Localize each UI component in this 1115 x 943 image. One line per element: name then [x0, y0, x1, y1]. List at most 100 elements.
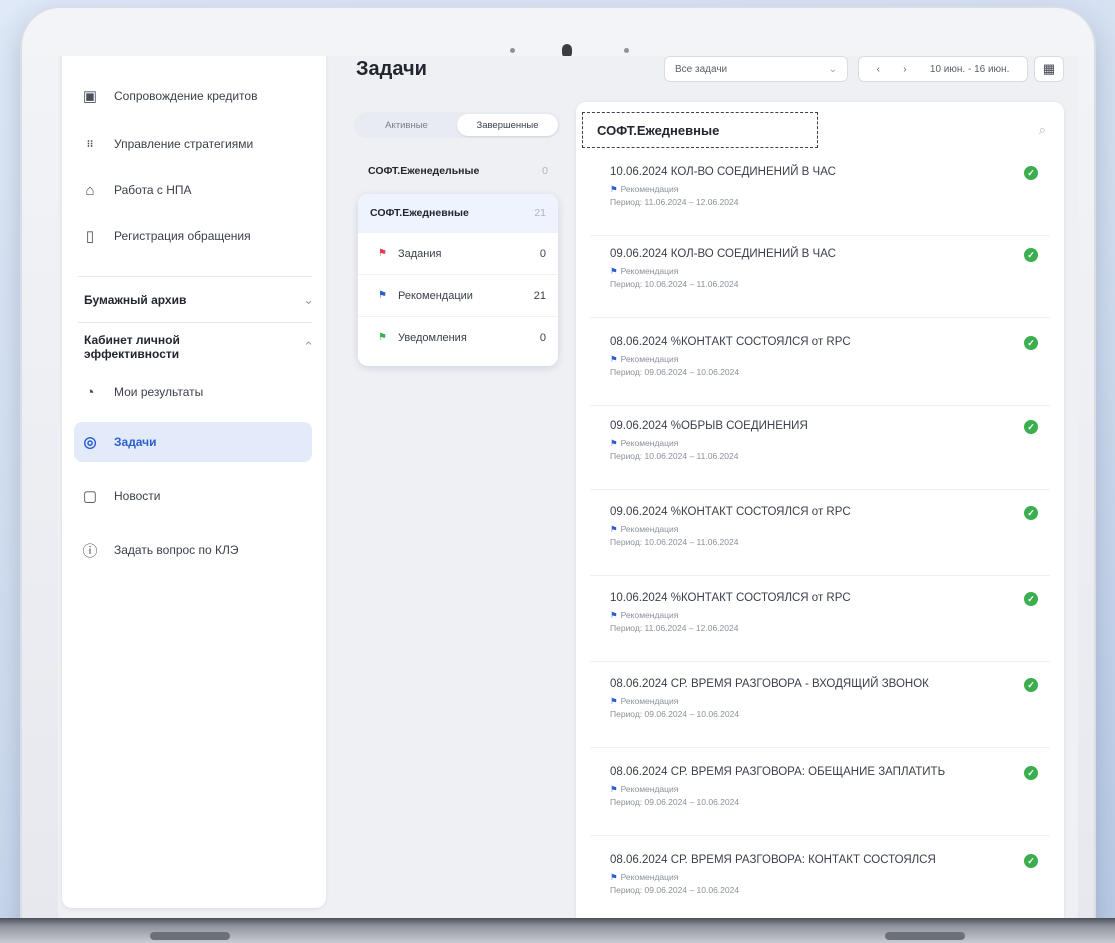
sidebar-item-my-results[interactable]: ◔ Мои результаты: [80, 372, 314, 412]
flag-blue-icon: ⚑: [378, 290, 387, 301]
category-weekly[interactable]: СОФТ.Еженедельные 0: [358, 158, 558, 184]
check-icon: ✓: [1024, 766, 1038, 780]
sidebar-item-label: Мои результаты: [114, 385, 204, 399]
search-icon[interactable]: ⌕: [1039, 122, 1046, 138]
task-type-label: Рекомендация: [620, 610, 679, 620]
task-filter-select[interactable]: Все задачи ⌄: [664, 56, 848, 82]
task-title: 08.06.2024 СР. ВРЕМЯ РАЗГОВОРА: ОБЕЩАНИЕ…: [610, 766, 946, 778]
task-type: ⚑ Рекомендация: [610, 872, 678, 883]
chevron-up-icon: ⌃: [303, 339, 314, 354]
status-toggle: Активные Завершенные: [354, 112, 560, 138]
task-row[interactable]: 10.06.2024 %КОНТАКТ СОСТОЯЛСЯ от RPC ⚑ Ре…: [590, 580, 1050, 662]
task-type-label: Рекомендация: [620, 266, 679, 276]
task-icon: ◎: [83, 434, 97, 451]
subcategory-count: 21: [533, 289, 546, 302]
sidebar-item-credits[interactable]: ▣ Сопровождение кредитов: [80, 76, 314, 116]
section-label: Бумажный архив: [84, 293, 187, 307]
subcategory-label: Задания: [398, 247, 442, 260]
sensor-dot: [624, 48, 629, 53]
task-type: ⚑ Рекомендация: [610, 354, 678, 365]
task-type: ⚑ Рекомендация: [610, 266, 678, 277]
prev-week-icon[interactable]: ‹: [877, 64, 880, 75]
sidebar-item-requests[interactable]: ▯ Регистрация обращения: [80, 216, 314, 256]
question-icon: ⓘ: [82, 542, 98, 560]
task-period: Период: 09.06.2024 – 10.06.2024: [610, 367, 740, 377]
task-row[interactable]: 08.06.2024 %КОНТАКТ СОСТОЯЛСЯ от RPC ⚑ Ре…: [590, 324, 1050, 406]
sidebar-item-label: Работа с НПА: [114, 183, 192, 197]
task-type: ⚑ Рекомендация: [610, 524, 678, 535]
chevron-down-icon: ⌄: [303, 292, 314, 307]
next-week-icon[interactable]: ›: [903, 64, 906, 75]
sidebar-item-ask-question[interactable]: ⓘ Задать вопрос по КЛЭ: [80, 530, 314, 570]
subcategory-recommendations[interactable]: ⚑ Рекомендации 21: [358, 274, 558, 316]
task-period: Период: 09.06.2024 – 10.06.2024: [610, 885, 740, 895]
subcategory-notifications[interactable]: ⚑ Уведомления 0: [358, 316, 558, 358]
task-row[interactable]: 10.06.2024 КОЛ-ВО СОЕДИНЕНИЙ В ЧАС ⚑ Реко…: [590, 154, 1050, 236]
subcategory-label: Уведомления: [398, 331, 467, 344]
flag-blue-icon: ⚑: [610, 266, 618, 276]
sidebar-item-label: Управление стратегиями: [114, 137, 254, 151]
task-title: 08.06.2024 СР. ВРЕМЯ РАЗГОВОРА - ВХОДЯЩИ…: [610, 678, 929, 690]
sidebar-item-label: Задать вопрос по КЛЭ: [114, 543, 239, 557]
building-icon: ⌂: [85, 181, 95, 199]
laptop-foot: [150, 932, 230, 940]
sidebar-item-tasks[interactable]: ◎ Задачи: [74, 422, 312, 462]
category-daily-header[interactable]: СОФТ.Ежедневные 21: [358, 194, 558, 232]
section-paper-archive[interactable]: Бумажный архив ⌄: [84, 288, 314, 312]
sidebar-item-news[interactable]: ▢ Новости: [80, 476, 314, 516]
task-type-label: Рекомендация: [620, 524, 679, 534]
check-icon: ✓: [1024, 420, 1038, 434]
task-title: 09.06.2024 КОЛ-ВО СОЕДИНЕНИЙ В ЧАС: [610, 248, 836, 260]
laptop-foot: [885, 932, 965, 940]
tab-completed[interactable]: Завершенные: [457, 114, 558, 136]
page-title: Задачи: [356, 58, 427, 80]
sensor-dot: [510, 48, 515, 53]
news-icon: ▢: [82, 488, 98, 505]
task-row[interactable]: 09.06.2024 %ОБРЫВ СОЕДИНЕНИЯ ⚑ Рекомендац…: [590, 408, 1050, 490]
sidebar: ▣ Сопровождение кредитов ⁝⁝ Управление с…: [62, 56, 326, 908]
check-icon: ✓: [1024, 678, 1038, 692]
task-type: ⚑ Рекомендация: [610, 438, 678, 449]
check-icon: ✓: [1024, 854, 1038, 868]
task-title: 08.06.2024 СР. ВРЕМЯ РАЗГОВОРА: КОНТАКТ …: [610, 854, 936, 866]
task-row[interactable]: 09.06.2024 КОЛ-ВО СОЕДИНЕНИЙ В ЧАС ⚑ Реко…: [590, 236, 1050, 318]
sidebar-item-label: Регистрация обращения: [114, 229, 251, 243]
filter-value: Все задачи: [675, 63, 728, 75]
task-title: 10.06.2024 %КОНТАКТ СОСТОЯЛСЯ от RPC: [610, 592, 851, 604]
check-icon: ✓: [1024, 592, 1038, 606]
sidebar-item-strategies[interactable]: ⁝⁝ Управление стратегиями: [80, 124, 314, 164]
sidebar-item-label: Задачи: [114, 435, 157, 449]
task-period: Период: 11.06.2024 – 12.06.2024: [610, 197, 739, 207]
subcategory-label: Рекомендации: [398, 289, 473, 302]
category-label: СОФТ.Еженедельные: [368, 165, 480, 177]
task-type: ⚑ Рекомендация: [610, 784, 678, 795]
task-period: Период: 10.06.2024 – 11.06.2024: [610, 537, 739, 547]
task-type-label: Рекомендация: [620, 184, 679, 194]
subcategory-assignments[interactable]: ⚑ Задания 0: [358, 232, 558, 274]
tab-active[interactable]: Активные: [356, 114, 457, 136]
category-label: СОФТ.Ежедневные: [370, 207, 469, 219]
task-title: 08.06.2024 %КОНТАКТ СОСТОЯЛСЯ от RPC: [610, 336, 851, 348]
task-row[interactable]: 08.06.2024 СР. ВРЕМЯ РАЗГОВОРА: КОНТАКТ …: [590, 842, 1050, 922]
subcategory-count: 0: [539, 331, 546, 344]
check-icon: ✓: [1024, 336, 1038, 350]
sidebar-item-npa[interactable]: ⌂ Работа с НПА: [80, 170, 314, 210]
check-icon: ✓: [1024, 506, 1038, 520]
task-title: 10.06.2024 КОЛ-ВО СОЕДИНЕНИЙ В ЧАС: [610, 166, 836, 178]
date-range-picker[interactable]: ‹ › 10 июн. - 16 июн.: [858, 56, 1028, 82]
date-range-value: 10 июн. - 16 июн.: [929, 63, 1010, 75]
subcategory-count: 0: [539, 247, 546, 260]
task-row[interactable]: 09.06.2024 %КОНТАКТ СОСТОЯЛСЯ от RPC ⚑ Ре…: [590, 494, 1050, 576]
flag-blue-icon: ⚑: [610, 524, 618, 534]
calendar-button[interactable]: ▦: [1034, 56, 1064, 82]
category-count: 0: [542, 165, 548, 177]
task-row[interactable]: 08.06.2024 СР. ВРЕМЯ РАЗГОВОРА: ОБЕЩАНИЕ…: [590, 754, 1050, 836]
task-type: ⚑ Рекомендация: [610, 696, 678, 707]
strategy-icon: ⁝⁝: [86, 138, 94, 150]
sidebar-item-label: Сопровождение кредитов: [114, 89, 258, 103]
section-personal-efficiency[interactable]: Кабинет личной эффективности ⌃: [84, 332, 314, 362]
task-row[interactable]: 08.06.2024 СР. ВРЕМЯ РАЗГОВОРА - ВХОДЯЩИ…: [590, 666, 1050, 748]
panel-title: СОФТ.Ежедневные: [582, 112, 818, 148]
task-title: 09.06.2024 %КОНТАКТ СОСТОЯЛСЯ от RPC: [610, 506, 851, 518]
flag-red-icon: ⚑: [378, 248, 387, 259]
